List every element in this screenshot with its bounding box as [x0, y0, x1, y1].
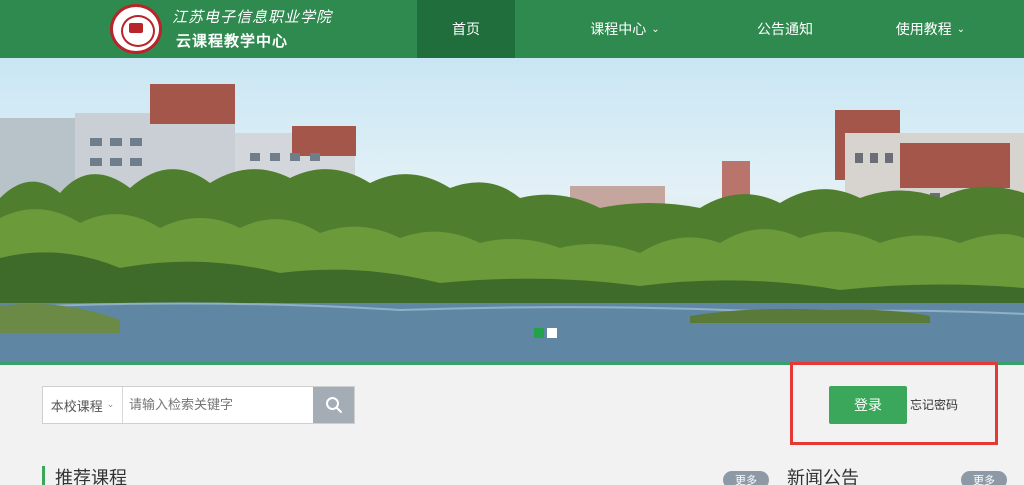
recommended-courses-title: 推荐课程 — [55, 468, 127, 485]
recommended-more-button[interactable]: 更多 — [723, 471, 769, 485]
nav-home[interactable]: 首页 — [417, 0, 515, 58]
search-scope-label: 本校课程 — [50, 399, 103, 415]
carousel-indicators — [534, 328, 557, 338]
course-search-bar: 本校课程 ⌄ — [42, 386, 355, 424]
nav-tutorials-label: 使用教程 — [895, 22, 952, 38]
news-more-button[interactable]: 更多 — [961, 471, 1007, 485]
nav-tutorials[interactable]: 使用教程 ⌄ — [835, 0, 1024, 58]
news-title: 新闻公告 — [787, 468, 859, 485]
search-button[interactable] — [313, 387, 354, 423]
chevron-down-icon: ⌄ — [106, 400, 115, 410]
logo-subtitle: 云课程教学中心 — [176, 32, 289, 50]
nav-announcements-label: 公告通知 — [757, 22, 813, 38]
top-header: 江苏电子信息职业学院 云课程教学中心 首页 课程中心 ⌄ 公告通知 使用教程 ⌄ — [0, 0, 1024, 58]
nav-course-center-label: 课程中心 — [590, 22, 647, 38]
section-accent-bar — [42, 466, 45, 485]
forgot-password-link[interactable]: 忘记密码 — [910, 396, 958, 413]
login-button[interactable]: 登录 — [829, 386, 907, 424]
search-input[interactable] — [123, 387, 313, 423]
school-seal-icon — [110, 4, 162, 54]
main-nav: 首页 课程中心 ⌄ 公告通知 使用教程 ⌄ — [417, 0, 1024, 58]
carousel-dot-2[interactable] — [547, 328, 557, 338]
search-scope-select[interactable]: 本校课程 ⌄ — [43, 387, 123, 423]
chevron-down-icon: ⌄ — [956, 23, 966, 35]
campus-banner-image — [0, 58, 1024, 362]
nav-home-label: 首页 — [452, 22, 480, 38]
chevron-down-icon: ⌄ — [651, 23, 660, 35]
school-logo[interactable]: 江苏电子信息职业学院 云课程教学中心 — [110, 4, 331, 54]
search-icon — [325, 397, 342, 413]
carousel-dot-1[interactable] — [534, 328, 544, 338]
campus-scene-illustration — [0, 84, 1024, 362]
nav-announcements[interactable]: 公告通知 — [735, 0, 835, 58]
nav-course-center[interactable]: 课程中心 ⌄ — [515, 0, 735, 58]
logo-school-name: 江苏电子信息职业学院 — [172, 8, 333, 26]
